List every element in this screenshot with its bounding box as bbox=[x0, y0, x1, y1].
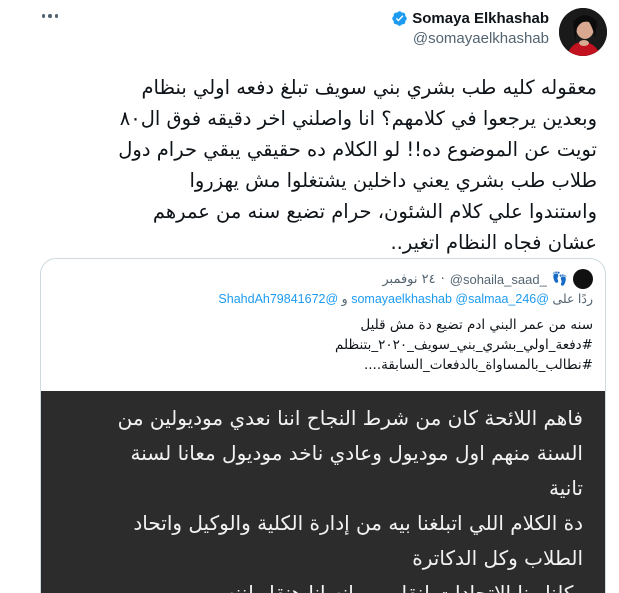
verified-badge-icon bbox=[392, 11, 408, 26]
quoted-tweet-body: سنه من عمر البني ادم تضيع دة مش قليل #دف… bbox=[335, 315, 593, 375]
tweet-line: معقوله كليه طب بشري بني سويف تبلغ دفعه ا… bbox=[141, 76, 597, 99]
author-display-name[interactable]: Somaya Elkhashab bbox=[412, 10, 549, 27]
quoted-tweet[interactable]: ٢٤ نوفمبر · @sohaila_saad_ 👣 ردًا على @s… bbox=[40, 258, 606, 593]
quoted-tweet-date[interactable]: ٢٤ نوفمبر bbox=[382, 272, 435, 287]
author-handle[interactable]: @somayaelkhashab bbox=[391, 30, 549, 47]
hashtag-link[interactable]: #دفعة_اولي_بشري_بني_سويف_٢٠٢٠_بتنظلم bbox=[335, 335, 593, 355]
quoted-tweet-image[interactable]: فاهم اللائحة كان من شرط النجاح اننا نعدي… bbox=[41, 391, 605, 593]
author-avatar[interactable] bbox=[559, 8, 607, 56]
quoted-tweet-avatar[interactable] bbox=[573, 269, 593, 289]
image-text-line: تانية bbox=[549, 476, 583, 500]
tweet-line: واستندوا علي كلام الشئون، حرام تضيع سنه … bbox=[152, 200, 597, 223]
quoted-tweet-line: سنه من عمر البني ادم تضيع دة مش قليل bbox=[360, 317, 593, 333]
tweet-line: تويت عن الموضوع ده!! لو الكلام ده حقيقي … bbox=[118, 138, 597, 161]
quoted-tweet-handle[interactable]: @sohaila_saad_ bbox=[450, 272, 547, 287]
image-text-line: دة الكلام اللي اتبلغنا بيه من إدارة الكل… bbox=[133, 511, 583, 535]
reply-and: و bbox=[341, 292, 348, 306]
image-text-line: الطلاب وكل الدكاترة bbox=[412, 546, 583, 570]
reply-mentions[interactable]: @somayaelkhashab @salmaa_246 bbox=[351, 292, 549, 306]
tweet-author: Somaya Elkhashab @somayaelkhashab bbox=[391, 8, 607, 56]
reply-prefix: ردًا على bbox=[552, 292, 593, 306]
tweet-line: وبعدين يرجعوا في كلامهم؟ انا واصلني اخر … bbox=[119, 107, 597, 130]
image-text: فاهم اللائحة كان من شرط النجاح اننا نعدي… bbox=[118, 401, 583, 593]
more-options-icon[interactable] bbox=[38, 10, 62, 22]
image-text-line: السنة منهم اول موديول وعادي ناخد موديول … bbox=[130, 441, 583, 465]
quoted-tweet-reply-context: ردًا على @somayaelkhashab @salmaa_246 و … bbox=[218, 291, 593, 306]
author-name-row: Somaya Elkhashab bbox=[391, 10, 549, 27]
tweet-page: Somaya Elkhashab @somayaelkhashab معقوله… bbox=[0, 0, 619, 593]
footprints-emoji: 👣 bbox=[551, 271, 568, 287]
image-text-line: وكلنا ونا الاتحادات لنقل من انه انا هنقل… bbox=[224, 581, 583, 593]
hashtag-link[interactable]: #نطالب_بالمساواة_بالدفعات_السابقة.... bbox=[335, 355, 593, 375]
quoted-tweet-header: ٢٤ نوفمبر · @sohaila_saad_ 👣 bbox=[382, 269, 593, 289]
tweet-line: طلاب طب بشري يعني داخلين يشتغلوا مش يهزر… bbox=[189, 169, 597, 192]
tweet-line: عشان فجاه النظام اتغير.. bbox=[390, 231, 597, 254]
separator-dot: · bbox=[440, 271, 445, 287]
avatar-image bbox=[559, 8, 607, 56]
reply-extra-mention[interactable]: @ShahdAh79841672 bbox=[218, 292, 338, 306]
author-names: Somaya Elkhashab @somayaelkhashab bbox=[391, 10, 549, 47]
tweet-text: معقوله كليه طب بشري بني سويف تبلغ دفعه ا… bbox=[22, 72, 597, 258]
image-text-line: فاهم اللائحة كان من شرط النجاح اننا نعدي… bbox=[117, 406, 583, 430]
